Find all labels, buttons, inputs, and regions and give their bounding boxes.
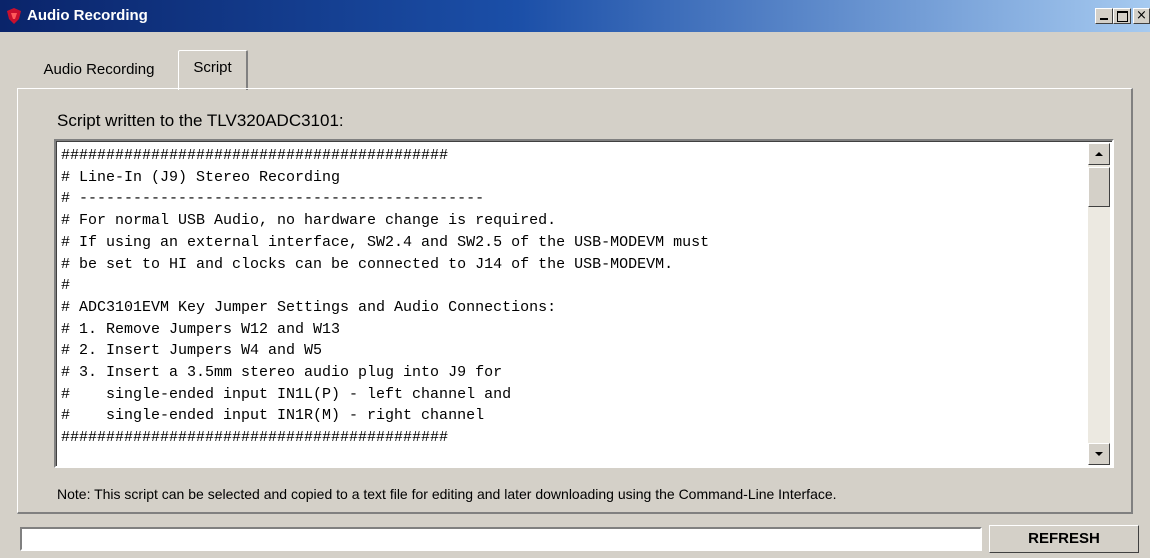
script-textarea[interactable]: ########################################…: [54, 139, 1114, 468]
title-bar: Audio Recording ×: [0, 0, 1150, 32]
tab-script[interactable]: Script: [178, 50, 248, 90]
arrow-up-icon: [1095, 152, 1103, 156]
script-line: #: [61, 277, 71, 295]
scroll-thumb[interactable]: [1088, 167, 1110, 207]
arrow-down-icon: [1095, 452, 1103, 456]
script-line: # be set to HI and clocks can be connect…: [61, 255, 674, 273]
script-line: # single-ended input IN1L(P) - left chan…: [61, 385, 512, 403]
note-text: Note: This script can be selected and co…: [57, 486, 837, 502]
script-line: # 1. Remove Jumpers W12 and W13: [61, 320, 341, 338]
script-line: # Line-In (J9) Stereo Recording: [61, 168, 341, 186]
script-label: Script written to the TLV320ADC3101:: [57, 111, 344, 130]
minimize-button[interactable]: [1095, 8, 1113, 24]
script-line: ########################################…: [61, 147, 449, 164]
scroll-up-button[interactable]: [1088, 143, 1110, 165]
minimize-icon: [1100, 18, 1108, 20]
window-title: Audio Recording: [27, 7, 148, 24]
status-field[interactable]: [20, 527, 982, 551]
script-content[interactable]: ########################################…: [61, 145, 1081, 463]
maximize-button[interactable]: [1113, 8, 1131, 24]
refresh-button[interactable]: REFRESH: [989, 525, 1139, 553]
vertical-scrollbar[interactable]: [1088, 143, 1110, 465]
ti-logo-icon: [7, 8, 21, 24]
script-line: # ADC3101EVM Key Jumper Settings and Aud…: [61, 298, 557, 316]
script-line: # 2. Insert Jumpers W4 and W5: [61, 342, 323, 360]
close-icon: ×: [1136, 8, 1147, 23]
script-line: ########################################…: [61, 429, 449, 447]
script-line: # --------------------------------------…: [61, 190, 485, 208]
close-button[interactable]: ×: [1133, 8, 1150, 24]
scroll-down-button[interactable]: [1088, 443, 1110, 465]
script-line: # For normal USB Audio, no hardware chan…: [61, 212, 557, 230]
tab-audio-recording[interactable]: Audio Recording: [20, 52, 178, 88]
script-line: # single-ended input IN1R(M) - right cha…: [61, 407, 485, 425]
maximize-icon: [1117, 11, 1128, 22]
script-line: # If using an external interface, SW2.4 …: [61, 233, 710, 251]
script-line: # 3. Insert a 3.5mm stereo audio plug in…: [61, 364, 503, 382]
